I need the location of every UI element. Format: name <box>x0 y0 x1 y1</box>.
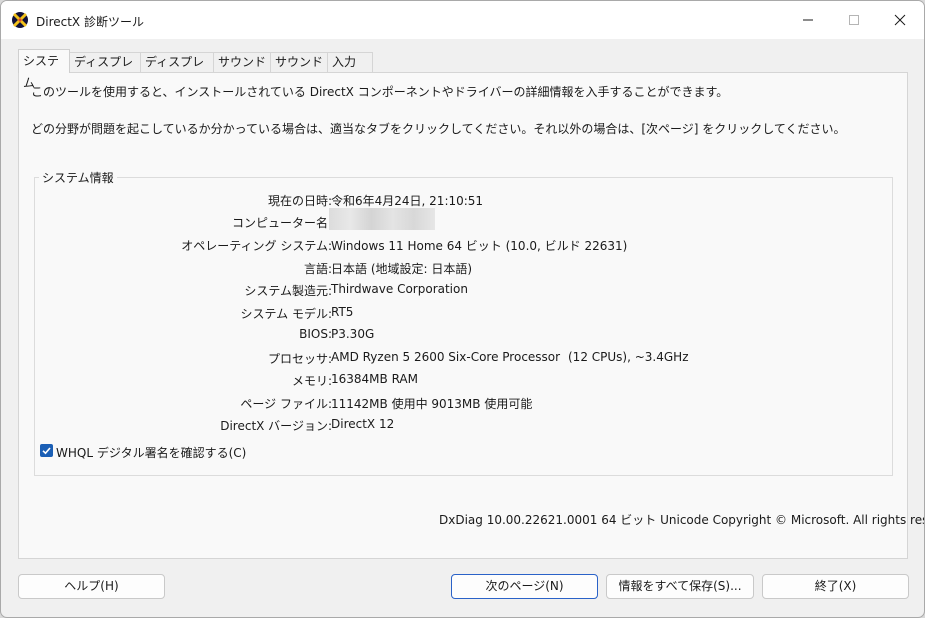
cpu-count: (12 CPUs), ~3.4GHz <box>568 350 689 364</box>
info-row-model: システム モデル: RT5 <box>19 305 889 323</box>
info-value: Thirdwave Corporation <box>331 282 468 296</box>
info-row-page-file: ページ ファイル: 11142MB 使用中 9013MB 使用可能 <box>19 395 889 413</box>
info-value: AMD Ryzen 5 2600 Six-Core Processor <box>331 350 561 364</box>
directx-icon <box>12 12 28 28</box>
info-row-bios: BIOS: P3.30G <box>19 327 889 345</box>
info-label: コンピューター名: <box>231 216 332 230</box>
tab-input[interactable]: 入力 <box>327 52 373 72</box>
intro-text-2: どの分野が問題を起こしているか分かっている場合は、適当なタブをクリックしてくださ… <box>31 122 846 136</box>
info-value: 日本語 (地域設定: 日本語) <box>331 262 473 276</box>
info-value: 令和6年4月24日, 21:10:51 <box>331 194 484 208</box>
info-label: 言語: <box>303 262 332 276</box>
info-value: P3.30G <box>331 327 375 341</box>
info-row-directx: DirectX バージョン: DirectX 12 <box>19 417 889 435</box>
dxdiag-window: DirectX 診断ツール システム ディスプレイ 1 ディスプレイ 2 サウン… <box>0 0 925 618</box>
info-value: RT5 <box>331 305 354 319</box>
info-row-memory: メモリ: 16384MB RAM <box>19 372 889 390</box>
info-label: システム モデル: <box>240 307 333 321</box>
tab-system[interactable]: システム <box>18 49 70 90</box>
info-row-manufacturer: システム製造元: Thirdwave Corporation <box>19 282 889 300</box>
system-tab-panel: このツールを使用すると、インストールされている DirectX コンポーネントや… <box>18 72 924 559</box>
whql-checkbox[interactable] <box>40 444 53 457</box>
save-all-info-button[interactable]: 情報をすべて保存(S)... <box>606 574 754 599</box>
info-label: オペレーティング システム: <box>181 239 332 253</box>
dxdiag-version-info: DxDiag 10.00.22621.0001 64 ビット Unicode C… <box>439 513 925 527</box>
info-value: 16384MB RAM <box>331 372 418 386</box>
tab-display-1[interactable]: ディスプレイ 1 <box>69 52 141 88</box>
info-row-processor: プロセッサ: AMD Ryzen 5 2600 Six-Core Process… <box>19 350 889 368</box>
minimize-button[interactable] <box>785 1 831 39</box>
window-title: DirectX 診断ツール <box>36 15 144 29</box>
info-label: 現在の日時: <box>267 194 332 208</box>
next-page-button[interactable]: 次のページ(N) <box>451 574 598 599</box>
maximize-button[interactable] <box>831 1 877 39</box>
tab-sound-2[interactable]: サウンド 2 <box>270 52 328 88</box>
info-label: ページ ファイル: <box>240 397 332 411</box>
info-value: DirectX 12 <box>331 417 395 431</box>
info-label: DirectX バージョン: <box>220 419 332 433</box>
info-row-os: オペレーティング システム: Windows 11 Home 64 ビット (1… <box>19 237 889 255</box>
info-value: 11142MB 使用中 9013MB 使用可能 <box>331 397 533 411</box>
title-bar[interactable]: DirectX 診断ツール <box>1 1 924 39</box>
info-value: Windows 11 Home 64 ビット (10.0, ビルド 22631) <box>331 239 628 253</box>
whql-checkbox-label[interactable]: WHQL デジタル署名を確認する(C) <box>56 444 246 461</box>
info-label: メモリ: <box>291 374 332 388</box>
tab-sound-1[interactable]: サウンド 1 <box>213 52 271 88</box>
system-info-title: システム情報 <box>39 169 117 186</box>
exit-button[interactable]: 終了(X) <box>762 574 909 599</box>
close-button[interactable] <box>877 1 923 39</box>
info-row-computer-name: コンピューター名: <box>19 208 889 232</box>
tab-display-2[interactable]: ディスプレイ 2 <box>140 52 214 88</box>
info-label: プロセッサ: <box>267 352 332 366</box>
info-label: BIOS: <box>299 327 332 341</box>
help-button[interactable]: ヘルプ(H) <box>18 574 165 599</box>
intro-text-1: このツールを使用すると、インストールされている DirectX コンポーネントや… <box>31 85 729 99</box>
info-row-language: 言語: 日本語 (地域設定: 日本語) <box>19 260 889 278</box>
info-label: システム製造元: <box>244 284 332 298</box>
info-row-datetime: 現在の日時: 令和6年4月24日, 21:10:51 <box>19 192 889 210</box>
redacted-computer-name <box>329 208 435 230</box>
